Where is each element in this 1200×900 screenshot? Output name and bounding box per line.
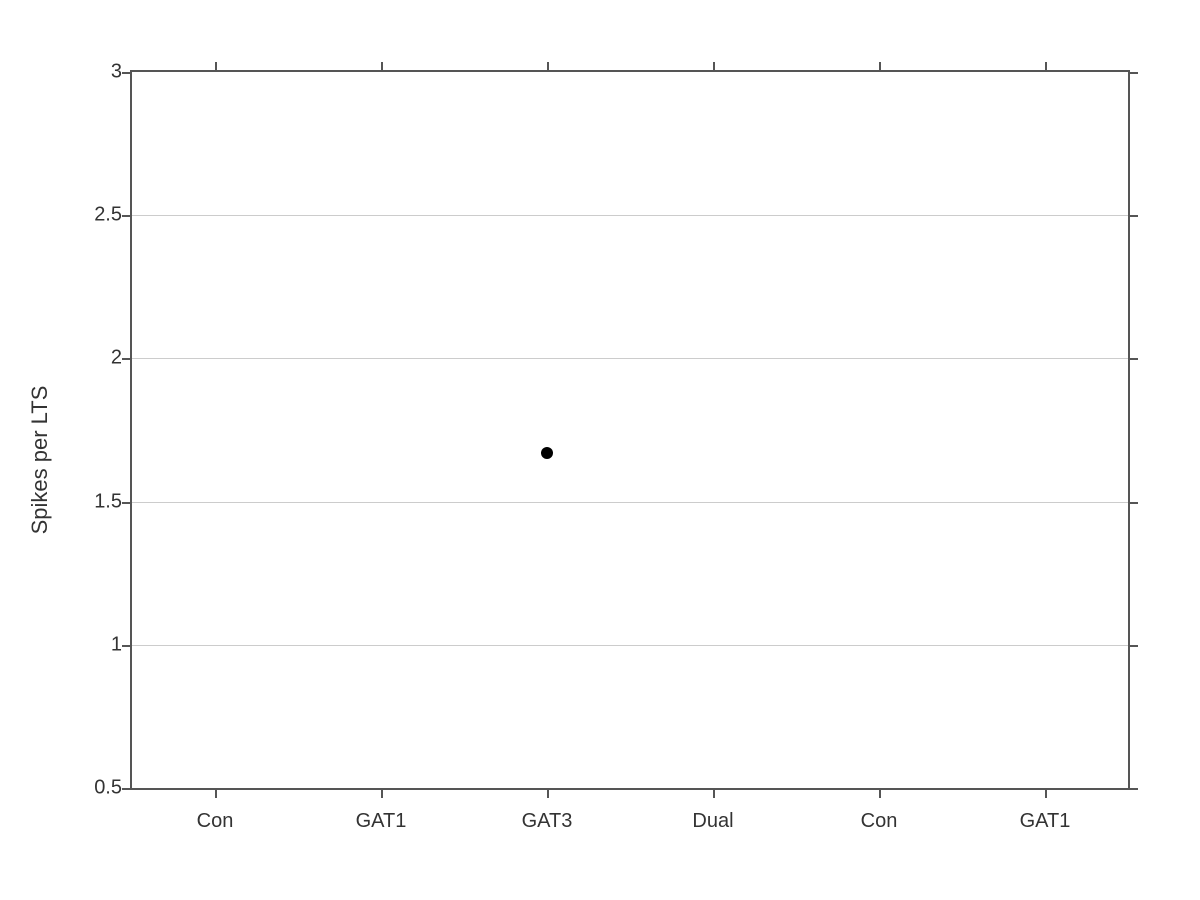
y-tick-right xyxy=(1128,358,1138,360)
x-tick-top xyxy=(1045,62,1047,72)
y-tick xyxy=(122,645,132,647)
y-tick-label: 1 xyxy=(77,633,122,656)
y-axis-label: Spikes per LTS xyxy=(27,386,53,535)
y-tick-right xyxy=(1128,215,1138,217)
chart-area: Spikes per LTS 0.511.522.53ConGAT1GAT3Du… xyxy=(50,50,1150,870)
x-tick-label: Con xyxy=(861,810,898,833)
x-tick xyxy=(1045,788,1047,798)
x-tick xyxy=(215,788,217,798)
y-tick-label: 3 xyxy=(77,61,122,84)
x-tick-top xyxy=(713,62,715,72)
x-tick-label: Dual xyxy=(692,810,733,833)
y-tick xyxy=(122,358,132,360)
y-tick-label: 0.5 xyxy=(77,777,122,800)
h-gridline xyxy=(132,358,1128,359)
y-tick-right xyxy=(1128,72,1138,74)
x-tick xyxy=(381,788,383,798)
x-tick-label: GAT3 xyxy=(522,810,573,833)
x-tick-top xyxy=(215,62,217,72)
y-tick-right xyxy=(1128,788,1138,790)
chart-container: Spikes per LTS 0.511.522.53ConGAT1GAT3Du… xyxy=(0,0,1200,900)
x-tick-label: GAT1 xyxy=(356,810,407,833)
x-tick-top xyxy=(547,62,549,72)
y-tick xyxy=(122,502,132,504)
plot-area: 0.511.522.53ConGAT1GAT3DualConGAT1 xyxy=(130,70,1130,790)
y-tick-label: 1.5 xyxy=(77,490,122,513)
x-tick xyxy=(879,788,881,798)
y-tick-label: 2 xyxy=(77,347,122,370)
h-gridline xyxy=(132,215,1128,216)
y-tick-right xyxy=(1128,645,1138,647)
x-tick xyxy=(713,788,715,798)
y-tick xyxy=(122,215,132,217)
data-point xyxy=(541,447,553,459)
h-gridline xyxy=(132,502,1128,503)
x-tick-label: Con xyxy=(197,810,234,833)
x-tick xyxy=(547,788,549,798)
y-tick xyxy=(122,72,132,74)
x-tick-label: GAT1 xyxy=(1020,810,1071,833)
x-tick-top xyxy=(879,62,881,72)
y-tick xyxy=(122,788,132,790)
x-tick-top xyxy=(381,62,383,72)
y-tick-right xyxy=(1128,502,1138,504)
y-tick-label: 2.5 xyxy=(77,204,122,227)
h-gridline xyxy=(132,645,1128,646)
